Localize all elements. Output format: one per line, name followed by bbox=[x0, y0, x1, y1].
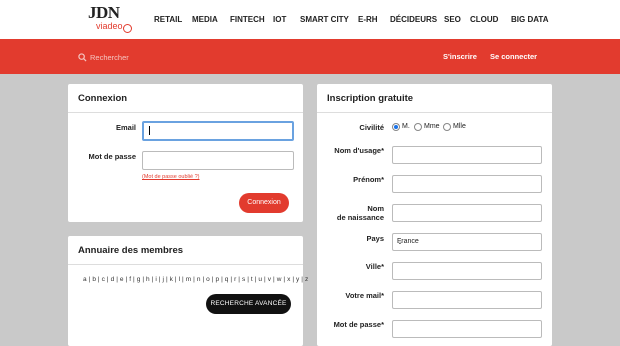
inscription-title: Inscription gratuite bbox=[327, 93, 414, 104]
nav-item-iot[interactable]: IOT bbox=[273, 15, 286, 24]
connexion-button[interactable]: Connexion bbox=[239, 193, 289, 213]
inscription-password-field[interactable] bbox=[392, 320, 542, 338]
nav-item-decideurs[interactable]: DÉCIDEURS bbox=[390, 15, 437, 24]
nom-naissance-label-line2: de naissance bbox=[336, 213, 384, 222]
nav-item-cloud[interactable]: CLOUD bbox=[470, 15, 498, 24]
nav-item-fintech[interactable]: FINTECH bbox=[230, 15, 265, 24]
text-caret bbox=[149, 126, 150, 135]
nom-usage-field[interactable] bbox=[392, 146, 542, 164]
radio-m[interactable] bbox=[392, 123, 400, 131]
forgot-password-link[interactable]: (Mot de passe oublié ?) bbox=[142, 174, 199, 180]
logo-viadeo-text: viadeo bbox=[96, 21, 123, 31]
logo-jdn-text: JDN bbox=[88, 3, 120, 22]
nom-usage-label: Nom d'usage* bbox=[334, 146, 384, 155]
search-icon bbox=[78, 52, 87, 62]
pays-select[interactable]: France ⌄ bbox=[392, 233, 542, 251]
email-label: Email bbox=[115, 123, 136, 132]
inscription-panel: Inscription gratuite Civilité M. Mme Mll… bbox=[317, 84, 552, 346]
password-field[interactable] bbox=[142, 151, 294, 170]
nom-naissance-label-line1: Nom bbox=[367, 204, 384, 213]
annuaire-panel: Annuaire des membres a | b | c | d | e |… bbox=[68, 236, 308, 346]
divider bbox=[68, 264, 303, 265]
search-placeholder: Rechercher bbox=[90, 52, 129, 62]
password-label: Mot de passe bbox=[88, 152, 136, 161]
radio-m-label: M. bbox=[402, 123, 410, 130]
nav-item-seo[interactable]: SEO bbox=[444, 15, 461, 24]
top-header: JDN viadeo RETAIL MEDIA FINTECH IOT SMAR… bbox=[0, 0, 620, 39]
mail-label: Votre mail* bbox=[345, 291, 384, 300]
divider bbox=[317, 112, 552, 113]
nav-item-e-rh[interactable]: E-RH bbox=[358, 15, 378, 24]
chevron-down-icon: ⌄ bbox=[397, 239, 403, 246]
inscription-password-label: Mot de passe* bbox=[333, 320, 384, 329]
nom-naissance-field[interactable] bbox=[392, 204, 542, 222]
signup-link[interactable]: S'inscrire bbox=[443, 52, 477, 61]
viadeo-ring-icon bbox=[123, 24, 132, 33]
prenom-label: Prénom* bbox=[353, 175, 384, 184]
radio-mme-label: Mme bbox=[424, 123, 440, 130]
ville-field[interactable] bbox=[392, 262, 542, 280]
divider bbox=[68, 112, 303, 113]
alphabet-index[interactable]: a | b | c | d | e | f | g | h | i | j | … bbox=[83, 276, 308, 283]
mail-field[interactable] bbox=[392, 291, 542, 309]
pays-label: Pays bbox=[366, 234, 384, 243]
civilite-label: Civilité bbox=[359, 123, 384, 132]
prenom-field[interactable] bbox=[392, 175, 542, 193]
nav-item-smart-city[interactable]: SMART CITY bbox=[300, 15, 349, 24]
jdn-viadeo-logo[interactable]: JDN viadeo bbox=[88, 4, 132, 35]
connexion-panel: Connexion Email Mot de passe (Mot de pas… bbox=[68, 84, 303, 222]
ville-label: Ville* bbox=[365, 262, 384, 271]
radio-mlle-label: Mlle bbox=[453, 123, 466, 130]
nav-item-big-data[interactable]: BIG DATA bbox=[511, 15, 548, 24]
annuaire-title: Annuaire des membres bbox=[78, 245, 184, 256]
email-field[interactable] bbox=[142, 121, 294, 141]
search-input[interactable]: Rechercher bbox=[78, 51, 129, 63]
nav-item-media[interactable]: MEDIA bbox=[192, 15, 218, 24]
nav-item-retail[interactable]: RETAIL bbox=[154, 15, 182, 24]
connexion-title: Connexion bbox=[78, 93, 128, 104]
advanced-search-button[interactable]: RECHERCHE AVANCÉE bbox=[206, 294, 291, 314]
radio-mme[interactable] bbox=[414, 123, 422, 131]
login-link[interactable]: Se connecter bbox=[490, 52, 537, 61]
radio-mlle[interactable] bbox=[443, 123, 451, 131]
